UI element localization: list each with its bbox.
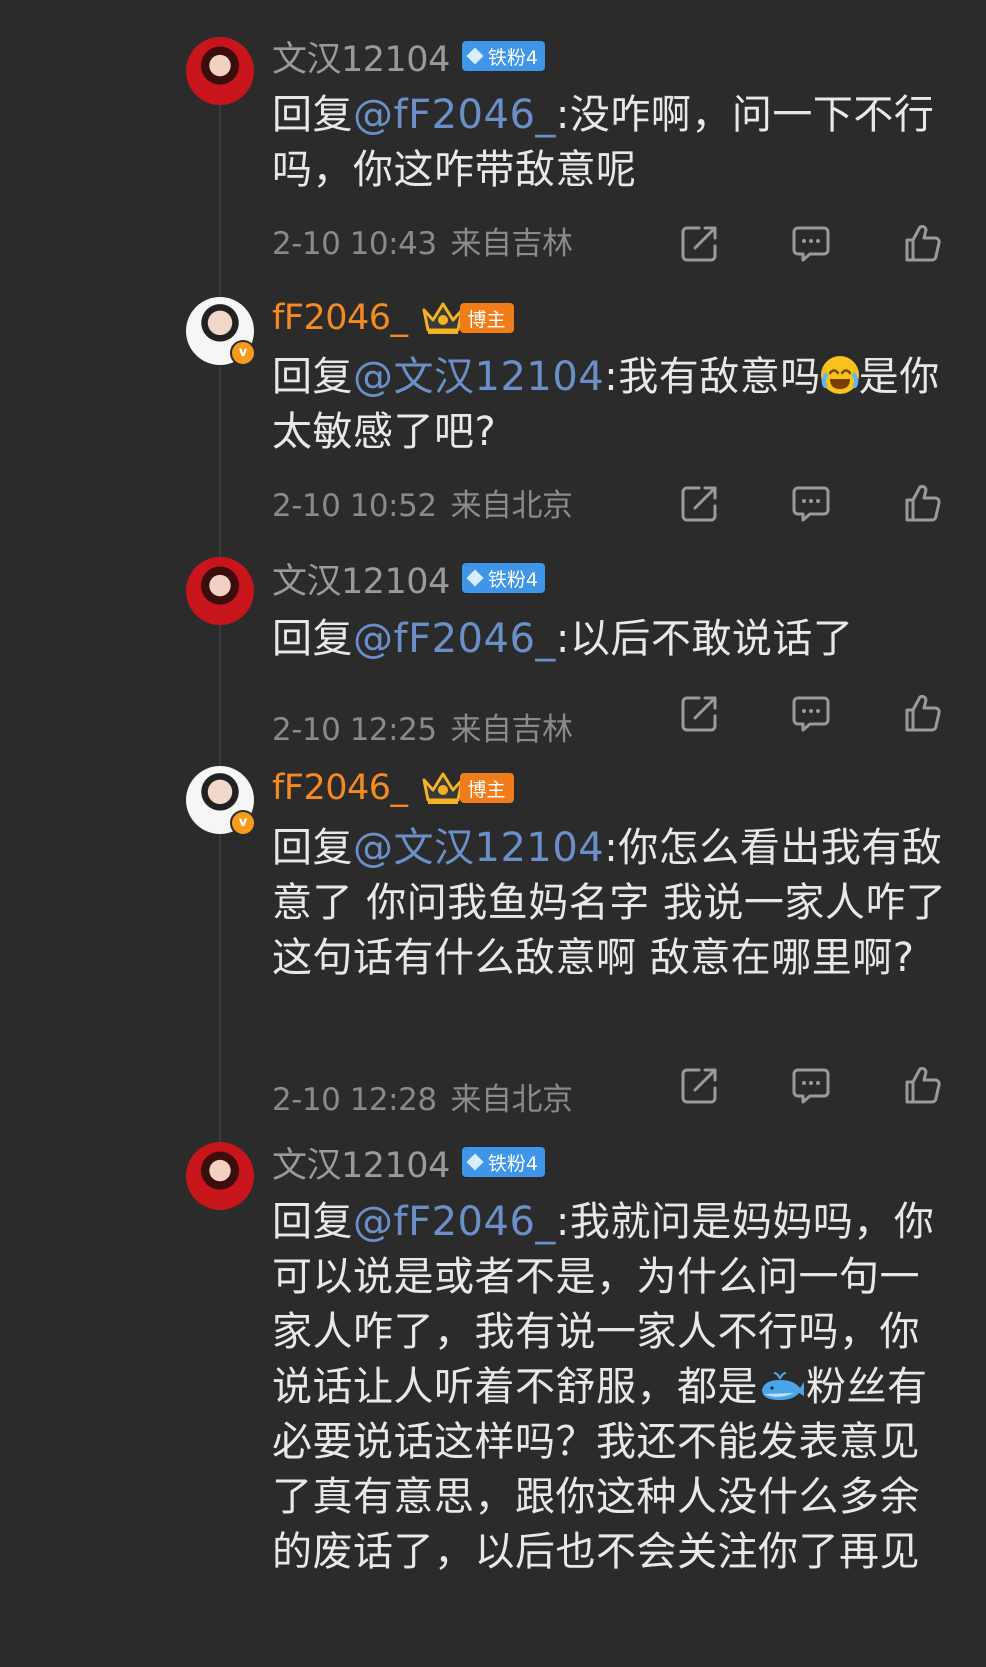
blogger-badge: 博主 <box>459 773 514 803</box>
comment-text: 回复@文汉12104:你怎么看出我有敌意了 你问我鱼妈名字 我说一家人咋了 这句… <box>272 821 948 986</box>
comment-header: fF2046_ 博主 <box>272 296 514 340</box>
comment-location: 来自吉林 <box>450 712 574 748</box>
like-icon <box>905 1066 941 1104</box>
like-button[interactable] <box>898 479 946 527</box>
comment-actions <box>676 218 946 268</box>
reply-prefix: 回复 <box>272 92 353 138</box>
comment-meta: 2-10 10:52 来自北京 <box>272 480 587 525</box>
username[interactable]: 文汉12104 <box>272 31 450 82</box>
comment-icon <box>792 1068 830 1104</box>
blogger-badge-group: 博主 <box>420 300 514 336</box>
avatar[interactable] <box>186 37 254 105</box>
comment-date: 2-10 10:43 <box>272 226 437 262</box>
comment-text: 回复@fF2046_:以后不敢说话了 <box>272 612 948 667</box>
share-button[interactable] <box>676 479 724 527</box>
avatar[interactable] <box>186 557 254 625</box>
reply-prefix: 回复 <box>272 1199 353 1245</box>
share-icon <box>681 1068 717 1104</box>
reply-prefix: 回复 <box>272 354 353 400</box>
comment-text: 回复@fF2046_:我就问是妈妈吗，你可以说是或者不是，为什么问一句一家人咋了… <box>272 1195 948 1580</box>
comment-header: 文汉12104 铁粉4 <box>272 556 545 602</box>
mention-link[interactable]: @文汉12104 <box>353 354 604 400</box>
comment-actions <box>676 688 946 738</box>
comment-location: 来自北京 <box>450 1082 574 1118</box>
username[interactable]: 文汉12104 <box>272 553 450 604</box>
share-button[interactable] <box>676 219 724 267</box>
thread-connector-line <box>219 100 221 1160</box>
crown-icon <box>422 772 464 804</box>
comment-icon <box>792 486 830 522</box>
comment-icon <box>792 226 830 262</box>
share-button[interactable] <box>676 1061 724 1109</box>
comment-icon <box>792 696 830 732</box>
like-button[interactable] <box>898 689 946 737</box>
like-icon <box>905 224 941 262</box>
diamond-icon <box>466 569 484 587</box>
mention-link[interactable]: @文汉12104 <box>353 825 604 871</box>
share-icon <box>681 226 717 262</box>
blogger-badge: 博主 <box>459 303 514 333</box>
comment-thread: 文汉12104 铁粉4 回复@fF2046_:没咋啊，问一下不行吗，你这咋带敌意… <box>0 0 986 1667</box>
mention-link[interactable]: @fF2046_ <box>353 92 556 138</box>
like-icon <box>905 694 941 732</box>
comment-header: 文汉12104 铁粉4 <box>272 34 545 80</box>
username[interactable]: fF2046_ <box>272 298 408 338</box>
reply-prefix: 回复 <box>272 616 353 662</box>
fan-badge: 铁粉4 <box>461 1147 545 1177</box>
comment-meta: 2-10 12:25 来自吉林 <box>272 704 587 749</box>
fan-badge: 铁粉4 <box>461 563 545 593</box>
verified-icon: v <box>230 810 256 836</box>
comment-button[interactable] <box>787 1061 835 1109</box>
comment-meta: 2-10 12:28 来自北京 <box>272 1074 587 1119</box>
whale-emoji <box>758 1364 806 1400</box>
comment-content: :以后不敢说话了 <box>555 616 854 662</box>
reply-prefix: 回复 <box>272 825 353 871</box>
comment-meta: 2-10 10:43 来自吉林 <box>272 218 587 263</box>
mention-link[interactable]: @fF2046_ <box>353 1199 556 1245</box>
diamond-icon <box>466 47 484 65</box>
crown-icon <box>422 302 464 334</box>
comment-actions <box>676 1060 946 1110</box>
comment-text: 回复@fF2046_:没咋啊，问一下不行吗，你这咋带敌意呢 <box>272 88 948 198</box>
like-button[interactable] <box>898 1061 946 1109</box>
share-icon <box>681 486 717 522</box>
comment-content: :我有敌意吗 <box>604 354 821 400</box>
share-button[interactable] <box>676 689 724 737</box>
fan-badge: 铁粉4 <box>461 41 545 71</box>
comment-button[interactable] <box>787 479 835 527</box>
comment-text: 回复@文汉12104:我有敌意吗 是你太敏感了吧? <box>272 350 948 460</box>
avatar[interactable] <box>186 1142 254 1210</box>
laughing-tears-emoji <box>820 356 859 394</box>
comment-date: 2-10 12:25 <box>272 712 437 748</box>
mention-link[interactable]: @fF2046_ <box>353 616 556 662</box>
comment-date: 2-10 10:52 <box>272 488 437 524</box>
comment-button[interactable] <box>787 219 835 267</box>
comment-button[interactable] <box>787 689 835 737</box>
comment-header: fF2046_ 博主 <box>272 766 514 810</box>
share-icon <box>681 696 717 732</box>
username[interactable]: fF2046_ <box>272 768 408 808</box>
comment-date: 2-10 12:28 <box>272 1082 437 1118</box>
comment-location: 来自北京 <box>450 488 574 524</box>
comment-header: 文汉12104 铁粉4 <box>272 1140 545 1186</box>
diamond-icon <box>466 1153 484 1171</box>
comment-location: 来自吉林 <box>450 226 574 262</box>
like-button[interactable] <box>898 219 946 267</box>
like-icon <box>905 484 941 522</box>
fan-badge-label: 铁粉4 <box>487 568 538 591</box>
verified-icon: v <box>230 340 256 366</box>
blogger-badge-group: 博主 <box>420 770 514 806</box>
fan-badge-label: 铁粉4 <box>487 46 538 69</box>
username[interactable]: 文汉12104 <box>272 1137 450 1188</box>
comment-actions <box>676 478 946 528</box>
fan-badge-label: 铁粉4 <box>487 1152 538 1175</box>
